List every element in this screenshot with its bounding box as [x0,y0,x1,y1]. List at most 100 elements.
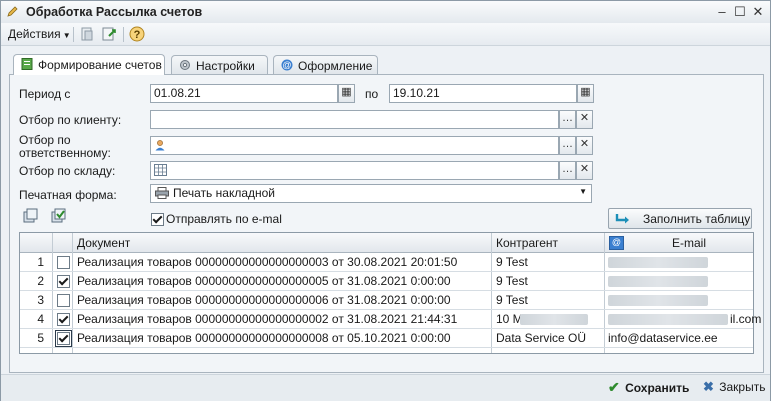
fill-table-label: Заполнить таблицу [643,212,751,226]
form-icon [21,58,33,70]
warehouse-filter-field[interactable] [150,161,559,180]
copy-icon[interactable] [23,208,39,223]
send-email-label: Отправлять по e-mal [166,212,282,226]
fill-arrow-icon [615,214,629,224]
table-grid-icon [154,164,167,176]
row-number: 4 [37,312,44,326]
tab-design[interactable]: @ Оформление [273,55,378,75]
period-to-value: 19.10.21 [393,86,440,100]
print-form-label: Печатная форма: [19,188,117,202]
period-from-value: 01.08.21 [154,86,201,100]
toolbar: Действия ▼ ? [1,23,770,46]
clear-icon[interactable]: ✕ [576,136,593,155]
save-button[interactable]: ✔ Сохранить [608,379,689,397]
check-all-icon[interactable] [51,208,67,223]
select-button[interactable]: … [559,136,576,155]
dropdown-arrow-icon: ▼ [60,31,71,40]
fill-table-button[interactable]: Заполнить таблицу [608,208,752,229]
period-from-field[interactable]: 01.08.21 [150,84,338,103]
close-icon[interactable]: ✕ [750,4,766,20]
calendar-icon[interactable]: ▦ [577,84,594,103]
row-number: 5 [37,331,44,345]
document-cell: Реализация товаров 00000000000000000002 … [77,312,458,326]
actions-menu-label: Действия [8,27,61,41]
document-cell: Реализация товаров 00000000000000000008 … [77,331,451,345]
select-button[interactable]: … [559,110,576,129]
row-select-checkbox[interactable] [57,294,70,307]
user-icon [155,140,165,151]
email-cell: info@dataservice.ee [608,331,718,345]
counterparty-cell: Data Service OÜ [496,331,587,345]
counterparty-cell: 9 Test [496,293,528,307]
toolbar-separator [123,27,124,42]
redacted-email [608,314,728,325]
checkmark-icon: ✔ [608,379,620,395]
calendar-icon[interactable]: ▦ [338,84,355,103]
tab-label: Настройки [196,59,255,73]
redacted-email [608,257,708,268]
footer-bar: ✔ Сохранить ✖ Закрыть [1,374,770,401]
column-header-counterparty[interactable]: Контрагент [496,236,558,250]
client-filter-label: Отбор по клиенту: [19,113,122,127]
table-header: Документ Контрагент @ E-mail [20,233,753,253]
document-icon[interactable] [79,26,95,42]
period-to-field[interactable]: 19.10.21 [389,84,577,103]
tab-invoice-forming[interactable]: Формирование счетов [13,54,165,75]
print-form-value: Печать накладной [173,186,276,200]
document-cell: Реализация товаров 00000000000000000005 … [77,274,451,288]
tab-label: Оформление [298,59,373,73]
row-select-checkbox[interactable] [57,275,70,288]
help-icon[interactable]: ? [129,26,145,42]
send-email-checkbox[interactable] [151,213,164,226]
row-select-checkbox[interactable] [55,330,72,347]
column-header-document[interactable]: Документ [77,236,130,250]
save-button-label: Сохранить [625,381,690,395]
main-window: Обработка Рассылка счетов – ☐ ✕ Действия… [0,0,771,401]
period-to-label: по [365,87,379,101]
row-select-checkbox[interactable] [57,313,70,326]
responsible-filter-field[interactable] [150,136,559,155]
period-label: Период с [19,87,71,101]
title-bar: Обработка Рассылка счетов – ☐ ✕ [1,1,770,24]
tab-settings[interactable]: Настройки [171,55,268,75]
redacted-counterparty [520,314,588,325]
counterparty-cell: 9 Test [496,255,528,269]
window-title: Обработка Рассылка счетов [26,5,203,19]
counterparty-cell: 9 Test [496,274,528,288]
table-row[interactable]: 5 Реализация товаров 00000000000000000008… [20,329,753,348]
svg-text:?: ? [134,29,141,41]
clear-icon[interactable]: ✕ [576,110,593,129]
client-filter-field[interactable] [150,110,559,129]
svg-text:@: @ [282,60,291,70]
counterparty-cell: 10 M [496,312,523,326]
row-number: 2 [37,274,44,288]
at-sign-icon: @ [609,236,624,250]
row-number: 1 [37,255,44,269]
gear-icon [180,60,190,70]
actions-menu[interactable]: Действия ▼ [8,27,71,41]
minimize-icon[interactable]: – [714,4,730,20]
select-button[interactable]: … [559,161,576,180]
invoices-table: Документ Контрагент @ E-mail 1 Реализация… [19,232,761,354]
document-cell: Реализация товаров 00000000000000000006 … [77,293,451,307]
dropdown-arrow-icon: ▼ [579,187,587,196]
redacted-email [608,295,708,306]
app-pencil-icon [7,6,18,17]
column-header-email[interactable]: E-mail [672,236,706,250]
warehouse-filter-label: Отбор по складу: [19,164,116,178]
redacted-email [608,276,708,287]
maximize-icon[interactable]: ☐ [732,4,748,20]
row-number: 3 [37,293,44,307]
print-form-select[interactable]: Печать накладной ▼ [150,184,592,203]
document-cell: Реализация товаров 00000000000000000003 … [77,255,458,269]
at-sign-icon: @ [281,59,293,71]
printer-icon [155,187,169,199]
clear-icon[interactable]: ✕ [576,161,593,180]
close-x-icon: ✖ [703,379,714,394]
export-icon[interactable] [101,26,117,42]
tab-label: Формирование счетов [38,58,162,72]
row-select-checkbox[interactable] [57,256,70,269]
responsible-filter-label: Отбор по ответственному: [19,133,111,160]
close-button-label: Закрыть [719,380,766,394]
close-button[interactable]: ✖ Закрыть [703,379,765,397]
